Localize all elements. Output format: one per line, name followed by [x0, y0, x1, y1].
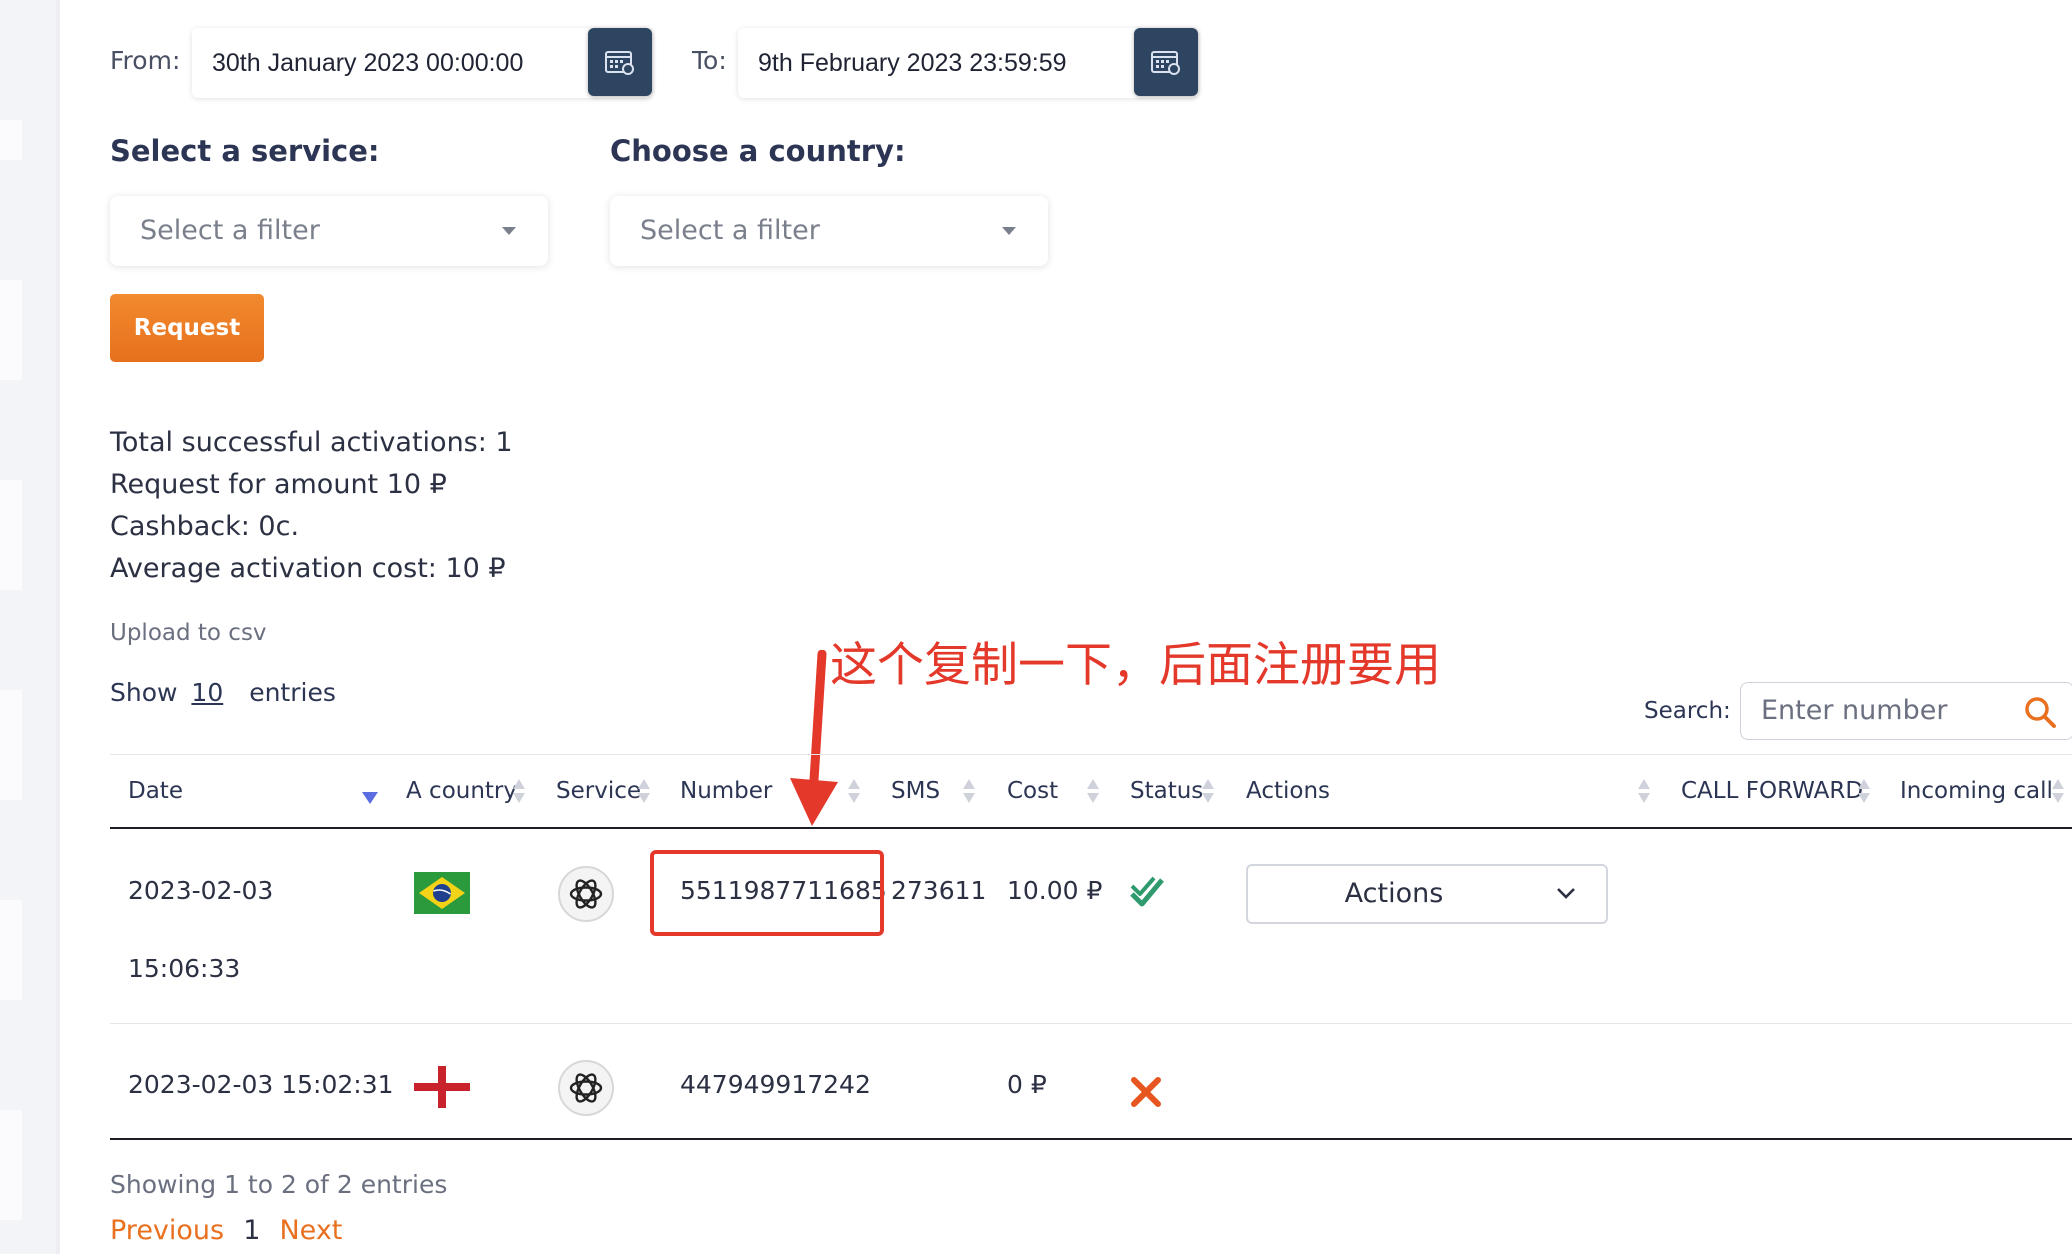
stat-average: Average activation cost: 10 ₽ — [110, 553, 506, 584]
annotation-text: 这个复制一下，后面注册要用 — [830, 638, 1441, 693]
row1-date: 2023-02-03 — [128, 876, 274, 905]
actions-label: Actions — [1344, 878, 1444, 909]
left-sidebar-edge — [0, 0, 60, 1254]
from-date-field[interactable]: 30th January 2023 00:00:00 — [192, 28, 652, 98]
th-actions[interactable]: Actions — [1246, 778, 1330, 804]
th-date[interactable]: Date — [128, 778, 183, 804]
row2-cost: 0 ₽ — [1007, 1070, 1047, 1099]
request-button[interactable]: Request — [110, 294, 264, 362]
th-cost[interactable]: Cost — [1007, 778, 1058, 804]
to-calendar-button[interactable] — [1134, 28, 1198, 96]
country-select-placeholder: Select a filter — [640, 215, 820, 246]
calendar-icon — [1151, 51, 1180, 75]
th-sms[interactable]: SMS — [891, 778, 940, 804]
sort-icon[interactable] — [1202, 779, 1214, 805]
country-select[interactable]: Select a filter — [610, 196, 1048, 266]
th-service[interactable]: Service — [556, 778, 641, 804]
sort-icon[interactable] — [638, 779, 650, 805]
service-select[interactable]: Select a filter — [110, 196, 548, 266]
table-top-divider — [110, 754, 2072, 755]
show-label: Show — [110, 678, 178, 707]
chevron-down-icon — [502, 227, 516, 235]
annotation-arrow-icon — [790, 650, 838, 826]
entries-label: entries — [249, 678, 336, 707]
table-info: Showing 1 to 2 of 2 entries — [110, 1170, 448, 1199]
service-select-placeholder: Select a filter — [140, 215, 320, 246]
stat-cashback: Cashback: 0c. — [110, 511, 300, 542]
chevron-down-icon — [1002, 227, 1016, 235]
to-date-field[interactable]: 9th February 2023 23:59:59 — [738, 28, 1198, 98]
previous-page-link[interactable]: Previous — [110, 1215, 224, 1246]
from-label: From: — [110, 46, 181, 75]
chevron-down-icon — [1557, 888, 1575, 899]
row1-actions-dropdown[interactable]: Actions — [1246, 864, 1608, 924]
to-date-value: 9th February 2023 23:59:59 — [758, 49, 1067, 77]
page-1-link[interactable]: 1 — [243, 1215, 260, 1246]
from-date-value: 30th January 2023 00:00:00 — [212, 49, 524, 77]
sort-icon[interactable] — [1638, 779, 1650, 805]
row1-time: 15:06:33 — [128, 954, 241, 983]
sort-icon[interactable] — [848, 779, 860, 805]
row2-date: 2023-02-03 15:02:31 — [128, 1070, 394, 1099]
check-icon — [1130, 876, 1164, 907]
calendar-icon — [605, 51, 634, 75]
table-row — [110, 829, 2072, 1023]
th-status[interactable]: Status — [1130, 778, 1203, 804]
sort-desc-icon[interactable] — [362, 792, 378, 804]
next-page-link[interactable]: Next — [279, 1215, 342, 1246]
from-calendar-button[interactable] — [588, 28, 652, 96]
search-icon[interactable] — [2023, 695, 2057, 729]
th-country[interactable]: A country — [406, 778, 517, 804]
sort-icon[interactable] — [2052, 779, 2064, 805]
th-incoming-call[interactable]: Incoming call — [1900, 778, 2053, 804]
table-bottom-divider — [110, 1138, 2072, 1140]
search-placeholder: Enter number — [1761, 695, 1948, 726]
openai-icon — [558, 1060, 614, 1116]
service-title: Select a service: — [110, 134, 380, 168]
sort-icon[interactable] — [513, 779, 525, 805]
search-input[interactable]: Enter number — [1740, 682, 2072, 740]
stat-total: Total successful activations: 1 — [110, 427, 513, 458]
th-call-forward[interactable]: CALL FORWARD — [1681, 778, 1863, 804]
england-flag-icon — [414, 1066, 470, 1108]
openai-icon — [558, 866, 614, 922]
upload-csv-link[interactable]: Upload to csv — [110, 620, 267, 646]
country-title: Choose a country: — [610, 134, 906, 168]
table-row — [110, 1024, 2072, 1138]
pagination: Previous 1 Next — [110, 1215, 342, 1246]
row1-cost: 10.00 ₽ — [1007, 876, 1103, 905]
stat-amount: Request for amount 10 ₽ — [110, 469, 447, 500]
th-number[interactable]: Number — [680, 778, 772, 804]
sort-icon[interactable] — [1858, 779, 1870, 805]
search-label: Search: — [1644, 698, 1731, 724]
row1-sms: 273611 — [891, 876, 987, 905]
cross-icon — [1131, 1077, 1161, 1107]
sort-icon[interactable] — [963, 779, 975, 805]
sort-icon[interactable] — [1087, 779, 1099, 805]
to-label: To: — [692, 46, 727, 75]
length-control: Show 10 entries — [110, 678, 336, 707]
brazil-flag-icon — [414, 872, 470, 914]
row2-number: 447949917242 — [680, 1070, 871, 1099]
page-length-select[interactable]: 10 — [191, 678, 223, 707]
annotation-highlight-box — [650, 850, 884, 936]
